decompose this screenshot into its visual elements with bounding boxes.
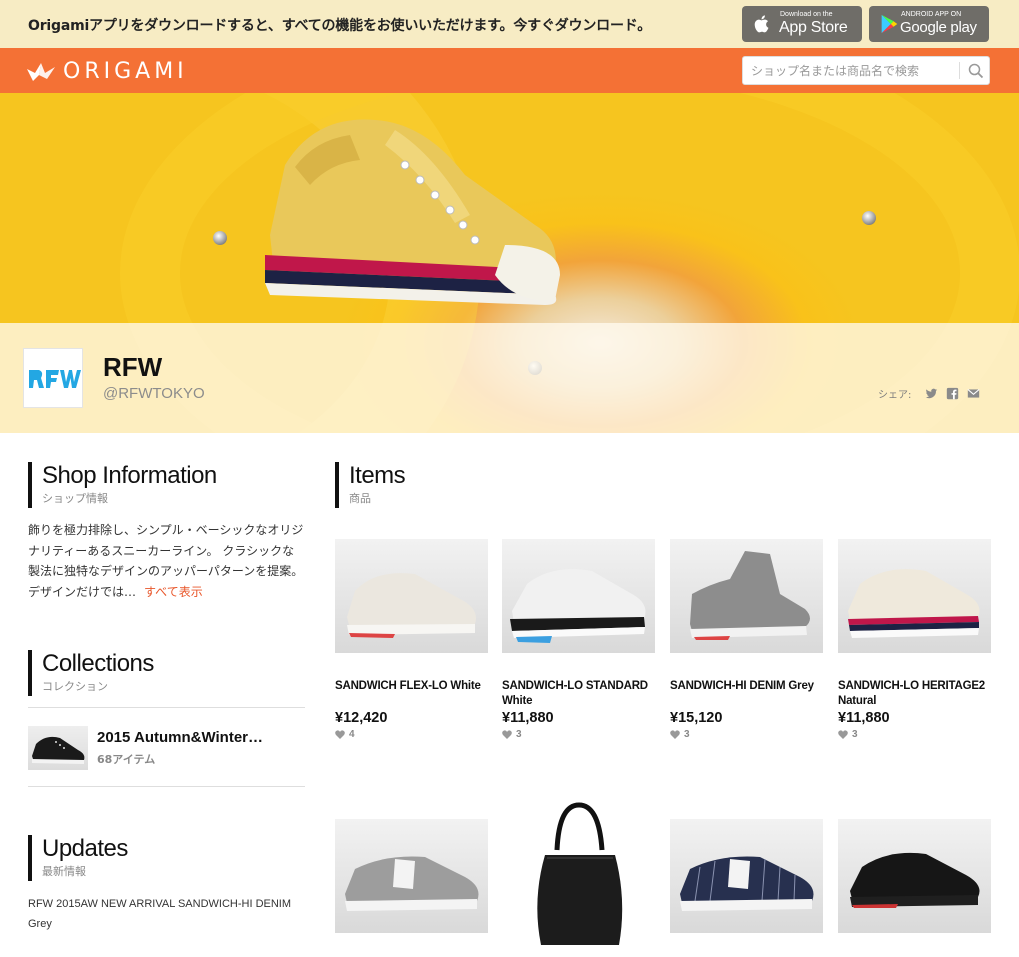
section-subtitle: 最新情報 (42, 865, 86, 878)
app-store-button[interactable]: Download on the App Store (742, 6, 862, 42)
heart-icon (335, 730, 345, 739)
black-tote-bag-image (537, 802, 623, 945)
product-image[interactable] (838, 819, 991, 933)
logo-text: ORIGAMI (63, 58, 188, 84)
like-count-value: 4 (349, 729, 355, 740)
like-count-value: 3 (516, 729, 522, 740)
google-play-button[interactable]: ANDROID APP ON Google play (869, 6, 989, 42)
section-subtitle: ショップ情報 (42, 492, 108, 505)
product-name[interactable]: SANDWICH-HI DENIM Grey (670, 679, 830, 694)
search-input[interactable] (743, 57, 957, 84)
divider (28, 707, 305, 708)
like-count-value: 3 (684, 729, 690, 740)
like-count[interactable]: 4 (335, 729, 355, 740)
divider (28, 786, 305, 787)
product-image[interactable] (335, 539, 488, 653)
heart-icon (838, 730, 848, 739)
update-entry[interactable]: RFW 2015AW NEW ARRIVAL SANDWICH-HI DENIM… (28, 894, 298, 934)
app-download-banner: Origamiアプリをダウンロードすると、すべての機能をお使いいただけます。今す… (0, 0, 1019, 48)
white-black-sneaker-image (510, 569, 646, 643)
origami-crane-icon (27, 63, 55, 81)
natural-sneaker-image (848, 569, 980, 638)
heart-icon (670, 730, 680, 739)
like-count[interactable]: 3 (502, 729, 522, 740)
bolt-decoration (213, 231, 227, 245)
heart-icon (502, 730, 512, 739)
white-sneaker-image (347, 573, 476, 638)
rfw-logo-icon (29, 370, 81, 388)
section-title: Collections (42, 650, 154, 677)
section-title: Items (349, 462, 406, 489)
shop-info-header: Shop Information ショップ情報 (28, 462, 217, 508)
share-bar: シェア: (878, 385, 980, 401)
product-price: ¥11,880 (502, 710, 554, 726)
product-price: ¥12,420 (335, 710, 388, 726)
section-subtitle: 商品 (349, 492, 371, 505)
collection-title[interactable]: 2015 Autumn&Winter… (97, 729, 263, 746)
black-sneaker-image (850, 852, 980, 908)
shop-handle: @RFWTOKYO (103, 385, 205, 402)
updates-header: Updates 最新情報 (28, 835, 128, 881)
show-more-link[interactable]: すべて表示 (144, 585, 203, 599)
product-image[interactable] (527, 800, 632, 955)
collection-shoe-image (32, 736, 85, 764)
collection-count: 68アイテム (97, 753, 156, 766)
google-play-icon (881, 14, 898, 34)
product-image[interactable] (335, 819, 488, 933)
grey-hi-sneaker-image (690, 551, 810, 640)
product-image[interactable] (502, 539, 655, 653)
product-image[interactable] (670, 819, 823, 933)
app-download-message: Origamiアプリをダウンロードすると、すべての機能をお使いいただけます。今す… (28, 18, 652, 34)
shop-name: RFW (103, 352, 163, 382)
section-title: Updates (42, 835, 128, 862)
sneaker-photo (265, 119, 560, 305)
shop-avatar[interactable] (23, 348, 83, 408)
product-image[interactable] (670, 539, 823, 653)
share-label: シェア: (878, 389, 912, 401)
collections-header: Collections コレクション (28, 650, 154, 696)
search-box[interactable] (742, 56, 990, 85)
items-header: Items 商品 (335, 462, 406, 508)
navy-stripe-slipon-image (680, 856, 814, 911)
section-title: Shop Information (42, 462, 217, 489)
mail-icon[interactable] (967, 387, 980, 400)
app-store-label: App Store (779, 19, 848, 36)
google-play-small-label: ANDROID APP ON (901, 11, 962, 18)
site-header: ORIGAMI (0, 48, 1019, 93)
product-name[interactable]: SANDWICH FLEX-LO White (335, 679, 495, 694)
collection-thumbnail[interactable] (28, 726, 88, 770)
product-price: ¥15,120 (670, 710, 723, 726)
product-price: ¥11,880 (838, 710, 890, 726)
facebook-icon[interactable] (946, 387, 959, 400)
like-count[interactable]: 3 (670, 729, 690, 740)
google-play-label: Google play (900, 19, 977, 36)
shop-description: 飾りを極力排除し、シンプル・ベーシックなオリジナリティーあるスニーカーライン。 … (28, 520, 306, 602)
apple-icon (754, 15, 769, 33)
bolt-decoration (862, 211, 876, 225)
app-store-small-label: Download on the (780, 11, 833, 18)
like-count-value: 3 (852, 729, 858, 740)
origami-logo[interactable]: ORIGAMI (27, 58, 188, 84)
section-subtitle: コレクション (42, 680, 108, 693)
product-name[interactable]: SANDWICH-LO STANDARD White (502, 679, 662, 709)
like-count[interactable]: 3 (838, 729, 858, 740)
twitter-icon[interactable] (925, 387, 938, 400)
grey-slipon-image (345, 856, 479, 911)
search-icon[interactable] (968, 63, 984, 79)
product-image[interactable] (838, 539, 991, 653)
search-divider (959, 62, 960, 79)
product-name[interactable]: SANDWICH-LO HERITAGE2 Natural (838, 679, 998, 709)
